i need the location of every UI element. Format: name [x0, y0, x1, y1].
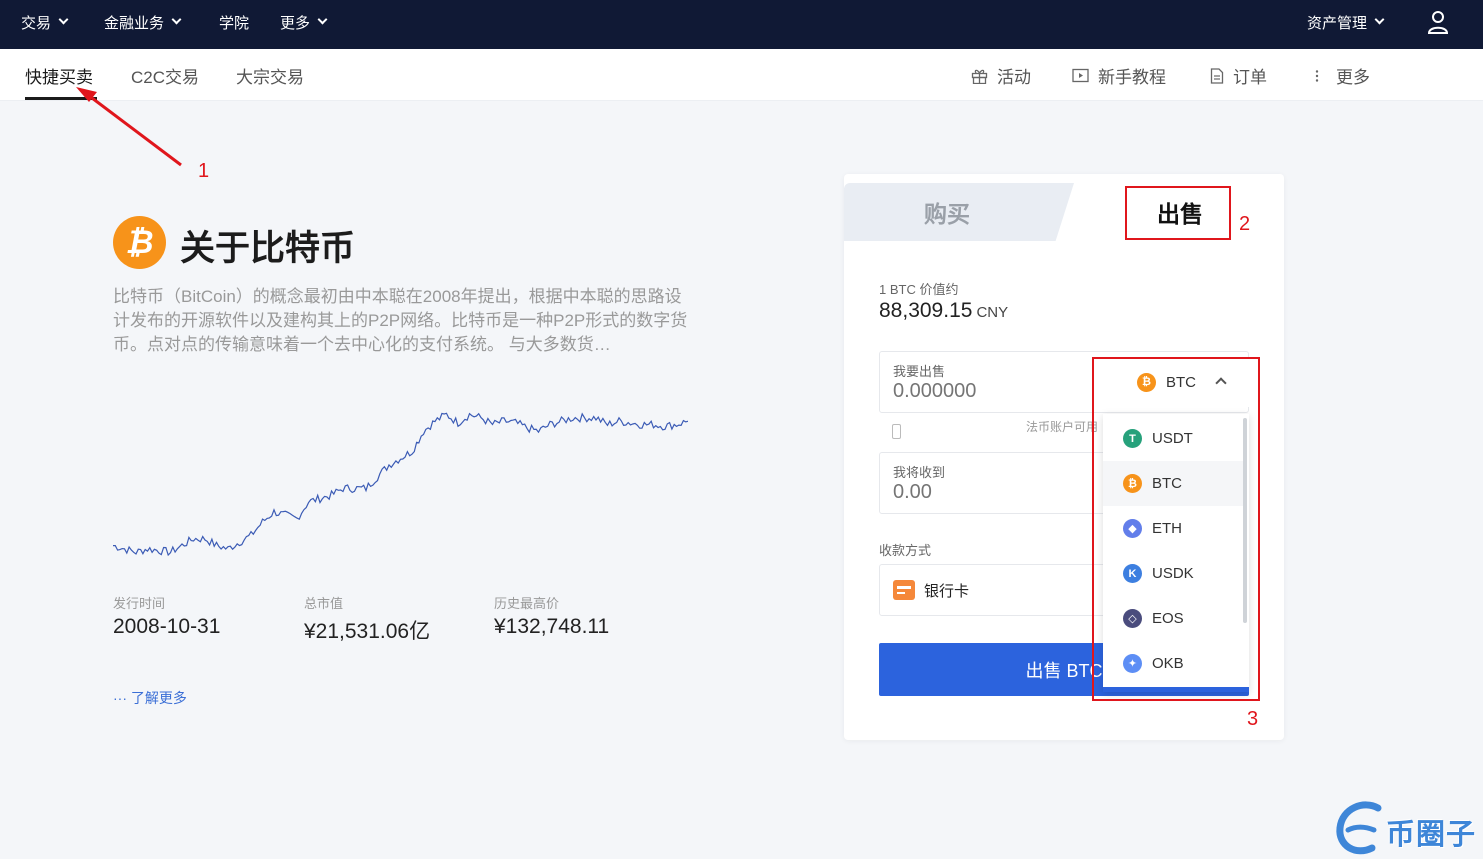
watermark-logo-icon	[1336, 801, 1382, 855]
annotation-box-sell-tab	[1125, 186, 1231, 240]
annotation-arrow	[76, 87, 182, 167]
watermark-text: 币圈子	[1386, 819, 1477, 851]
annotation-label-1: 1	[198, 160, 210, 182]
annotation-label-2: 2	[1239, 213, 1251, 235]
annotation-label-3: 3	[1247, 708, 1259, 730]
annotation-box-coin-list	[1092, 357, 1260, 701]
